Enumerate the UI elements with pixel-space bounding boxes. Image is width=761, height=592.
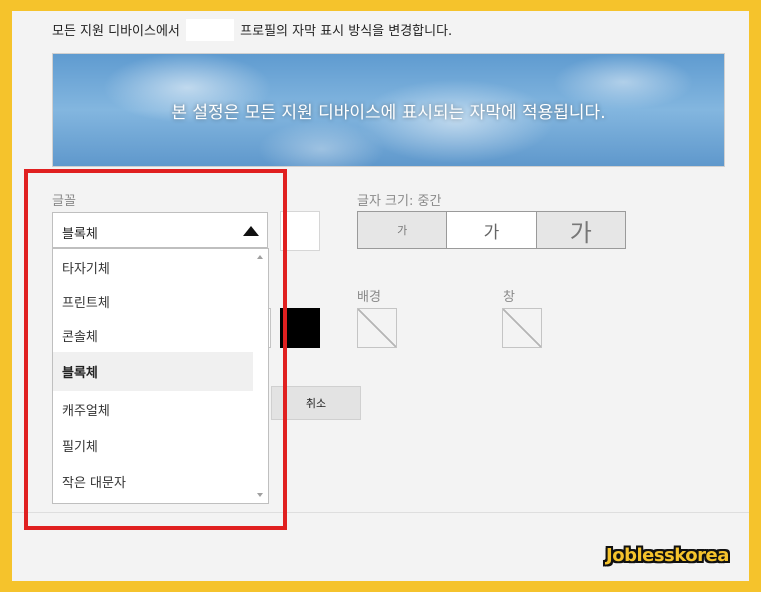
intro-text: 모든 지원 디바이스에서 프로필의 자막 표시 방식을 변경합니다. [52, 18, 453, 43]
text-size-medium-button[interactable]: 가 [447, 212, 537, 248]
watermark-logo: Joblesskorea [606, 545, 729, 566]
red-highlight-box [24, 169, 287, 530]
preview-banner: 본 설정은 모든 지원 디바이스에 표시되는 자막에 적용됩니다. [52, 53, 725, 167]
window-label: 창 [503, 290, 515, 305]
preview-banner-text: 본 설정은 모든 지원 디바이스에 표시되는 자막에 적용됩니다. [171, 102, 606, 123]
intro-text-after: 프로필의 자막 표시 방식을 변경합니다. [240, 24, 453, 39]
background-label: 배경 [357, 290, 381, 305]
background-color-none-swatch[interactable] [357, 308, 397, 348]
intro-text-before: 모든 지원 디바이스에서 [52, 24, 180, 39]
text-size-label: 글자 크기: 중간 [357, 194, 442, 209]
text-size-small-button[interactable]: 가 [358, 212, 448, 248]
profile-name-redacted [186, 18, 235, 41]
window-color-none-swatch[interactable] [502, 308, 542, 348]
text-size-large-button[interactable]: 가 [536, 212, 625, 248]
text-size-selector: 가 가 가 [357, 211, 626, 249]
